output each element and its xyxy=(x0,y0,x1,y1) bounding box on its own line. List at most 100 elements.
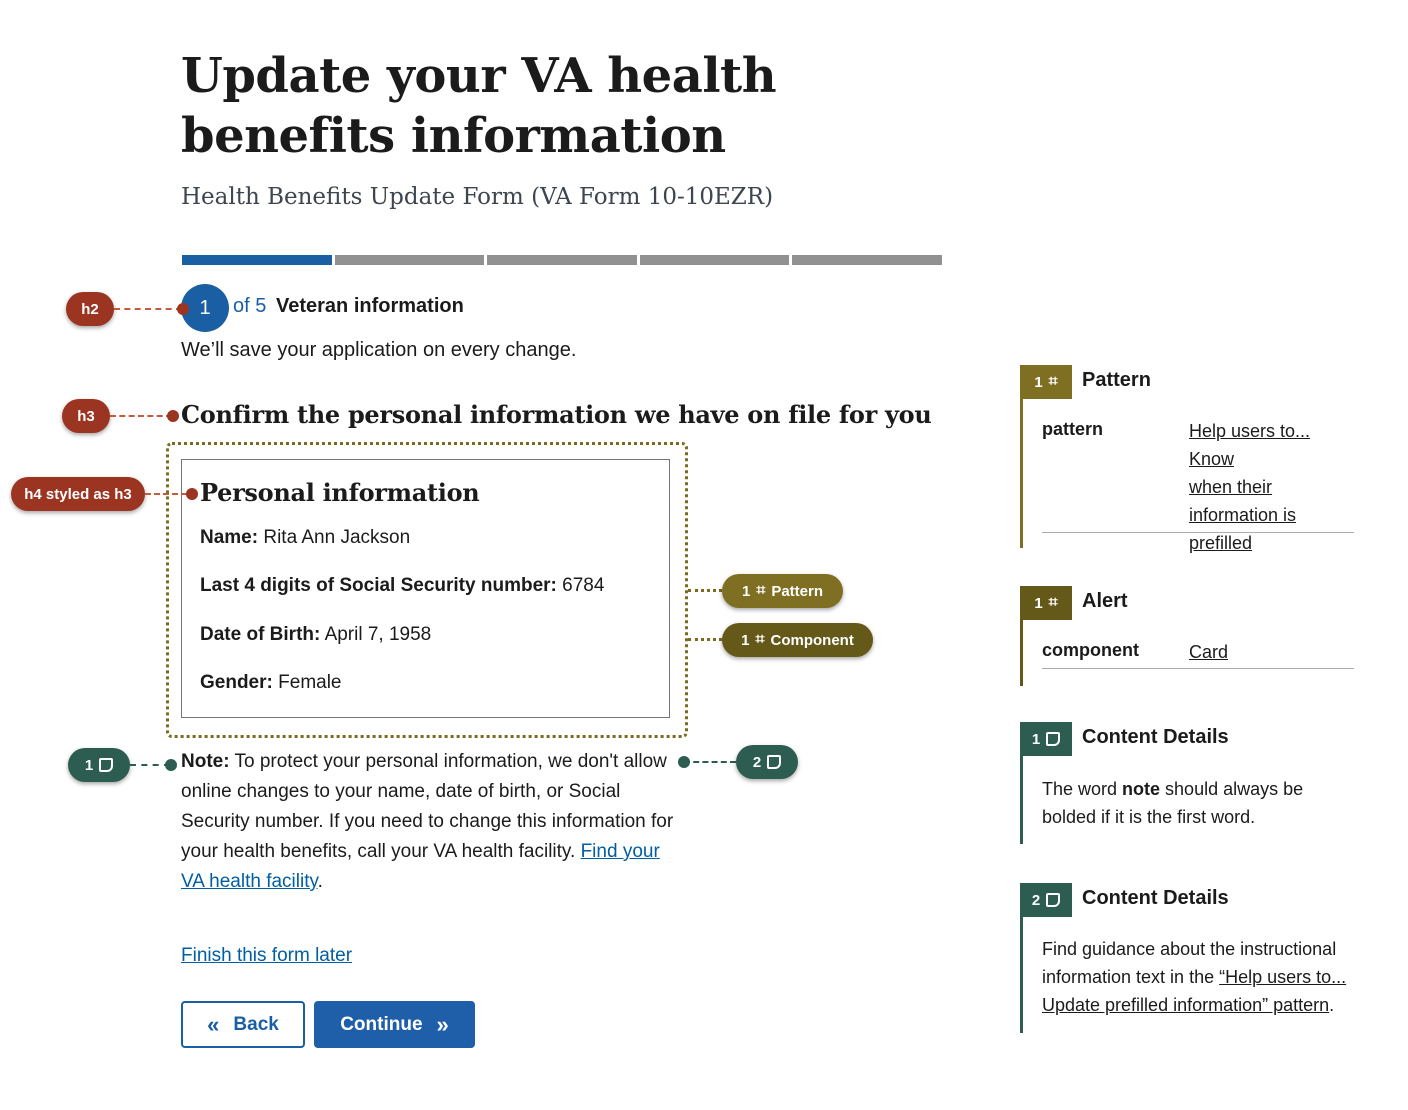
annotation-note1-connector xyxy=(130,764,170,766)
panel-pattern-key: pattern xyxy=(1042,419,1104,439)
progress-segment-2 xyxy=(334,255,485,265)
panel-divider xyxy=(1042,668,1354,669)
annotation-note2-number: 2 xyxy=(752,753,762,771)
pattern-link-line: prefilled xyxy=(1189,533,1253,553)
panel-pattern-badge: 1 ⌗ xyxy=(1020,365,1072,399)
annotation-pattern-label: Pattern xyxy=(771,582,824,600)
form-subtitle: Health Benefits Update Form (VA Form 10-… xyxy=(181,184,774,210)
annotation-h3-connector xyxy=(110,415,172,417)
progress-segment-1 xyxy=(182,255,332,265)
annotation-pattern-pill: 1 ⌗ Pattern xyxy=(722,574,843,608)
panel-content-details-2: 2 Content Details Find guidance about th… xyxy=(1020,883,1354,1033)
continue-button[interactable]: Continue » xyxy=(314,1001,475,1048)
card-row-label: Name: xyxy=(200,527,259,548)
panel-pattern-value: Help users to... Know when their informa… xyxy=(1189,417,1354,557)
back-button-label: Back xyxy=(233,1013,279,1035)
panel-content1-number: 1 xyxy=(1031,730,1041,748)
annotation-note1-pill: 1 xyxy=(68,748,130,782)
panel-content2-title: Content Details xyxy=(1082,887,1229,909)
step-title: Veteran information xyxy=(276,295,464,317)
sticky-note-icon xyxy=(99,758,114,772)
panel-content-details-1: 1 Content Details The word note should a… xyxy=(1020,722,1354,844)
annotation-note2-pill: 2 xyxy=(736,745,798,779)
finish-later-link[interactable]: Finish this form later xyxy=(181,945,352,967)
sticky-note-icon xyxy=(1046,732,1061,746)
pattern-link-line: Help users to... Know xyxy=(1189,421,1311,469)
panel-content1-text-bold: note xyxy=(1122,779,1161,799)
frame-icon: ⌗ xyxy=(756,582,766,599)
annotation-component-pill: 1 ⌗ Component xyxy=(722,623,873,657)
card-row-value: Female xyxy=(278,672,342,693)
annotation-component-connector xyxy=(688,638,722,641)
panel-pattern: 1 ⌗ Pattern pattern Help users to... Kno… xyxy=(1020,365,1354,553)
card-row-label: Date of Birth: xyxy=(200,624,321,645)
section-heading: Confirm the personal information we have… xyxy=(181,400,932,429)
annotation-h3-dot xyxy=(167,410,179,422)
save-notice: We’ll save your application on every cha… xyxy=(181,339,577,361)
panel-pattern-title: Pattern xyxy=(1082,369,1151,391)
frame-icon: ⌗ xyxy=(1048,373,1058,390)
annotation-note1-number: 1 xyxy=(84,756,94,774)
panel-alert-title: Alert xyxy=(1082,590,1128,612)
annotation-component-label: Component xyxy=(770,631,854,649)
annotation-h3-pill: h3 xyxy=(62,399,110,433)
panel-content2-text-post: . xyxy=(1329,995,1335,1015)
panel-alert-number: 1 xyxy=(1034,594,1043,612)
panel-alert-value: Card xyxy=(1189,638,1228,666)
card-row-ssn: Last 4 digits of Social Security number:… xyxy=(200,575,604,597)
panel-content1-text-pre: The word xyxy=(1042,779,1123,799)
annotation-component-number: 1 xyxy=(741,631,750,649)
panel-divider xyxy=(1042,532,1354,533)
panel-pattern-number: 1 xyxy=(1034,373,1043,391)
annotation-h2-pill: h2 xyxy=(66,292,114,326)
annotation-h4-pill: h4 styled as h3 xyxy=(11,477,145,511)
annotation-h4-connector xyxy=(145,493,187,495)
annotation-note1-dot xyxy=(165,759,177,771)
annotation-h2-connector xyxy=(114,308,182,310)
sticky-note-icon xyxy=(767,755,782,769)
back-button[interactable]: « Back xyxy=(181,1001,305,1048)
pattern-link-line: when their xyxy=(1189,477,1273,497)
card-row-label: Last 4 digits of Social Security number: xyxy=(200,575,557,596)
card-title: Personal information xyxy=(200,478,480,507)
segmented-progress-bar xyxy=(182,255,942,265)
step-of-total: of 5 xyxy=(233,295,267,317)
annotation-h4-dot xyxy=(186,488,198,500)
card-row-gender: Gender: Female xyxy=(200,672,342,694)
annotation-pattern-connector xyxy=(688,589,722,592)
pattern-link-line: information is xyxy=(1189,505,1297,525)
sticky-note-icon xyxy=(1046,893,1061,907)
note-label: Note: xyxy=(181,751,230,772)
card-row-name: Name: Rita Ann Jackson xyxy=(200,527,410,549)
card-row-value: Rita Ann Jackson xyxy=(263,527,411,548)
panel-content1-badge: 1 xyxy=(1020,722,1072,756)
frame-icon: ⌗ xyxy=(1048,594,1058,611)
double-chevron-right-icon: » xyxy=(436,1011,449,1037)
progress-segment-3 xyxy=(487,255,637,265)
panel-alert: 1 ⌗ Alert component Card xyxy=(1020,586,1354,686)
card-row-value: 6784 xyxy=(562,575,605,596)
card-row-value: April 7, 1958 xyxy=(324,624,432,645)
double-chevron-left-icon: « xyxy=(207,1011,220,1037)
continue-button-label: Continue xyxy=(340,1013,423,1035)
privacy-note: Note: To protect your personal informati… xyxy=(181,747,681,897)
panel-content2-badge: 2 xyxy=(1020,883,1072,917)
annotation-pattern-number: 1 xyxy=(741,582,751,600)
note-end: . xyxy=(317,871,323,892)
frame-icon: ⌗ xyxy=(755,631,765,648)
card-component-link[interactable]: Card xyxy=(1189,642,1228,662)
panel-alert-badge: 1 ⌗ xyxy=(1020,586,1072,620)
card-row-dob: Date of Birth: April 7, 1958 xyxy=(200,624,431,646)
progress-segment-4 xyxy=(639,255,790,265)
annotation-h2-dot xyxy=(177,303,189,315)
card-row-label: Gender: xyxy=(200,672,273,693)
annotation-note2-connector xyxy=(684,761,736,763)
panel-content1-title: Content Details xyxy=(1082,726,1229,748)
page-title: Update your VA health benefits informati… xyxy=(181,48,777,164)
panel-content2-text: Find guidance about the instructional in… xyxy=(1042,935,1362,1019)
pattern-link[interactable]: Help users to... Know when their informa… xyxy=(1189,421,1310,553)
panel-content1-text: The word note should always be bolded if… xyxy=(1042,775,1362,831)
panel-content2-number: 2 xyxy=(1031,891,1041,909)
panel-alert-key: component xyxy=(1042,640,1139,660)
progress-segment-5 xyxy=(792,255,942,265)
